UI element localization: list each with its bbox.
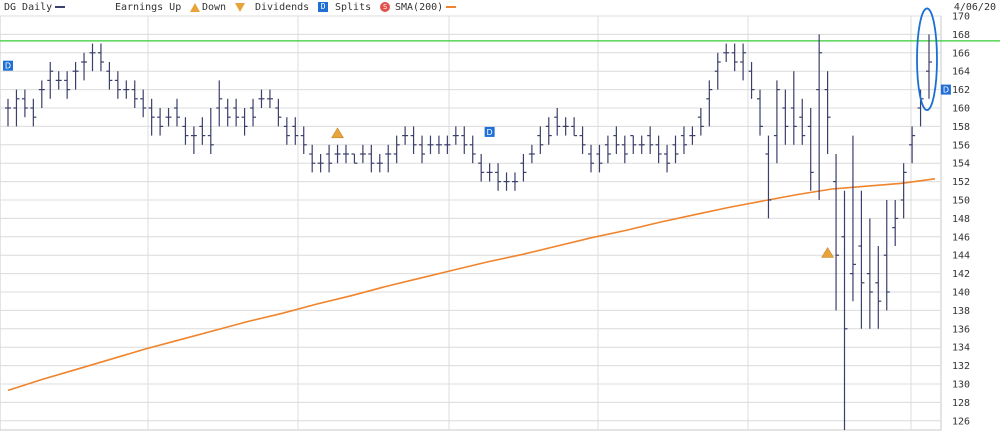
y-tick-label: 166 [952, 48, 970, 59]
y-tick-label: 164 [952, 67, 970, 78]
y-tick-label: 130 [952, 380, 970, 391]
dividend-marker-label: D [487, 128, 493, 137]
y-tick-label: 132 [952, 361, 970, 372]
y-tick-label: 170 [952, 12, 970, 23]
y-tick-label: 160 [952, 104, 970, 115]
y-tick-label: 168 [952, 30, 970, 41]
y-tick-label: 126 [952, 416, 970, 427]
y-tick-label: 148 [952, 214, 970, 225]
y-tick-label: 134 [952, 343, 970, 354]
dividend-marker-label: D [943, 86, 949, 95]
y-tick-label: 142 [952, 269, 970, 280]
plot-frame [0, 15, 942, 431]
y-tick-label: 138 [952, 306, 970, 317]
price-chart: 126 128 130 132 134 136 138 140 142 144 146 148 150 1… [0, 7, 1000, 431]
y-tick-label: 140 [952, 288, 970, 299]
y-tick-label: 158 [952, 122, 970, 133]
y-tick-label: 136 [952, 324, 970, 335]
y-tick-label: 150 [952, 196, 970, 207]
y-tick-label: 128 [952, 398, 970, 409]
y-tick-label: 154 [952, 159, 970, 170]
y-tick-label: 146 [952, 232, 970, 243]
y-tick-label: 152 [952, 177, 970, 188]
y-tick-label: 162 [952, 85, 970, 96]
y-tick-label: 156 [952, 140, 970, 151]
y-tick-label: 144 [952, 251, 970, 262]
dividend-marker-label: D [5, 62, 11, 71]
